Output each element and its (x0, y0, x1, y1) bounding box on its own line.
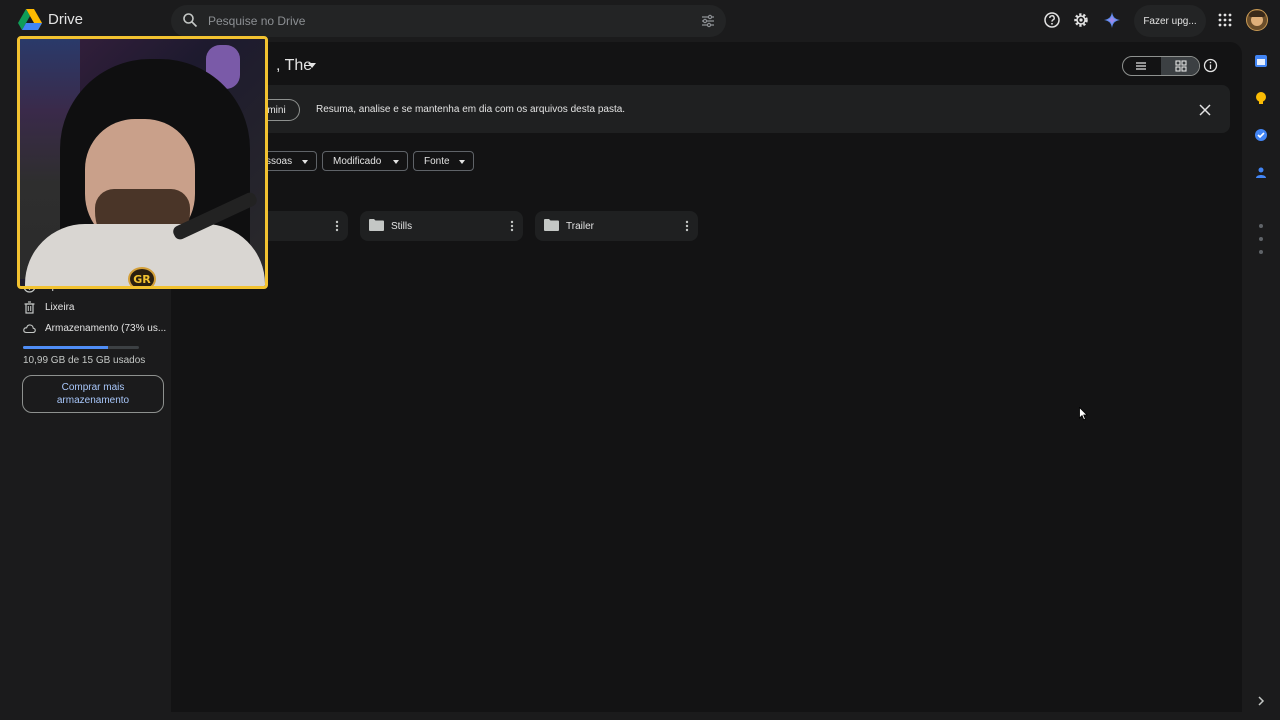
calendar-icon[interactable] (1254, 54, 1268, 68)
banner-text: Resuma, analise e se mantenha em dia com… (316, 104, 626, 115)
sidebar-item-storage[interactable]: Armazenamento (73% us... (23, 321, 167, 337)
search-box[interactable]: Pesquise no Drive (171, 5, 726, 37)
filter-people-chip[interactable]: ssoas (262, 151, 317, 171)
title-dropdown-icon[interactable] (308, 63, 316, 68)
close-icon[interactable] (1198, 103, 1212, 117)
cloud-icon (23, 324, 36, 334)
more-options-icon[interactable] (685, 220, 689, 232)
sidebar-item-label: Armazenamento (73% us... (45, 323, 167, 334)
folder-title[interactable]: , The (276, 57, 312, 75)
folder-icon (369, 219, 384, 231)
panel-separator-dot (1259, 250, 1263, 254)
info-icon[interactable] (1203, 58, 1218, 73)
folder-icon (544, 219, 559, 231)
tasks-icon[interactable] (1254, 128, 1268, 142)
filter-label: Modificado (333, 155, 382, 167)
side-panel (1243, 42, 1280, 720)
sidebar-item-trash[interactable]: Lixeira (23, 300, 163, 316)
drive-logo-icon[interactable] (18, 9, 42, 31)
list-view-button[interactable] (1123, 57, 1161, 75)
filter-modified-chip[interactable]: Modificado (322, 151, 408, 171)
grid-view-icon (1175, 60, 1187, 72)
settings-gear-icon[interactable] (1072, 11, 1090, 29)
list-view-icon (1136, 62, 1146, 70)
filter-source-chip[interactable]: Fonte (413, 151, 474, 171)
search-input[interactable]: Pesquise no Drive (208, 14, 305, 28)
view-toggle[interactable] (1122, 56, 1200, 76)
storage-used-text: 10,99 GB de 15 GB usados (23, 355, 146, 366)
keep-icon[interactable] (1254, 91, 1268, 105)
trash-icon (24, 301, 35, 314)
main-content (171, 42, 1242, 712)
buy-storage-button[interactable]: Comprar mais armazenamento (22, 375, 164, 413)
storage-progress-fill (23, 346, 108, 349)
brand-name[interactable]: Drive (48, 11, 83, 28)
storage-progress-bar (23, 346, 139, 349)
folder-item[interactable]: Stills (360, 211, 523, 241)
mouse-cursor-icon (1079, 407, 1088, 421)
webcam-badge-logo: GR (128, 267, 156, 286)
apps-grid-icon[interactable] (1216, 11, 1234, 29)
chevron-down-icon (393, 160, 399, 164)
webcam-overlay: GR (17, 36, 268, 289)
gemini-sparkle-icon[interactable] (1103, 11, 1121, 29)
panel-separator-dot (1259, 224, 1263, 228)
sidebar-item-label: Lixeira (45, 302, 75, 313)
folder-name: Stills (391, 221, 413, 232)
account-avatar[interactable] (1246, 9, 1268, 31)
chevron-down-icon (302, 160, 308, 164)
filter-label: Fonte (424, 155, 450, 167)
more-options-icon[interactable] (510, 220, 514, 232)
search-options-icon[interactable] (700, 13, 716, 29)
avatar-hat (1249, 11, 1265, 17)
grid-view-button[interactable] (1161, 57, 1199, 75)
chevron-down-icon (459, 160, 465, 164)
folder-item[interactable]: Trailer (535, 211, 698, 241)
contacts-icon[interactable] (1254, 165, 1268, 179)
filter-label: ssoas (266, 155, 293, 167)
folder-name: Trailer (566, 221, 594, 232)
upgrade-button[interactable]: Fazer upg... (1134, 5, 1206, 37)
help-icon[interactable] (1043, 11, 1061, 29)
search-icon[interactable] (182, 12, 198, 28)
chevron-right-icon[interactable] (1254, 694, 1268, 708)
panel-separator-dot (1259, 237, 1263, 241)
more-options-icon[interactable] (335, 220, 339, 232)
